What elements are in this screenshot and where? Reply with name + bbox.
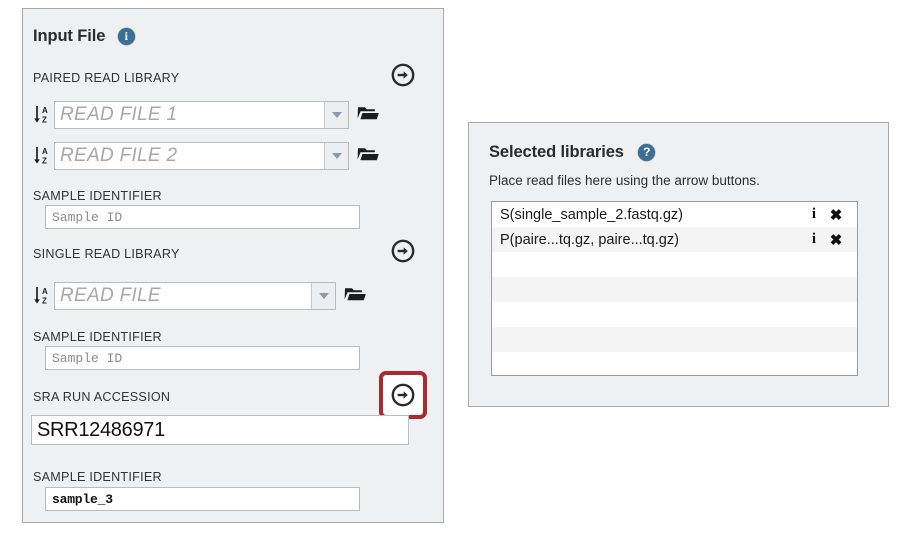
library-info-button[interactable]: i xyxy=(803,231,825,248)
library-info-button[interactable]: i xyxy=(803,206,825,223)
read-file-1-dropdown-button[interactable] xyxy=(324,102,348,128)
read-file-2-combo[interactable]: READ FILE 2 xyxy=(54,142,349,170)
read-file-1-row: A Z READ FILE 1 xyxy=(33,101,379,129)
help-circle-icon[interactable]: ? xyxy=(638,144,656,161)
add-paired-library-button[interactable] xyxy=(391,63,415,87)
list-item[interactable]: S(single_sample_2.fastq.gz) i ✖ xyxy=(492,202,857,227)
chevron-down-icon xyxy=(331,153,342,159)
sra-run-accession-input[interactable] xyxy=(31,415,409,445)
chevron-down-icon xyxy=(331,112,342,118)
browse-read-file-2-button[interactable] xyxy=(357,145,379,168)
list-item[interactable] xyxy=(492,302,857,327)
add-sra-library-button[interactable] xyxy=(391,383,415,407)
folder-open-icon xyxy=(357,147,379,160)
selected-libraries-panel: Selected libraries ? Place read files he… xyxy=(468,122,889,407)
library-remove-button[interactable]: ✖ xyxy=(825,206,847,224)
browse-read-file-single-button[interactable] xyxy=(344,285,366,308)
input-file-panel: Input File i PAIRED READ LIBRARY A Z REA… xyxy=(22,8,444,523)
library-name: P(paire...tq.gz, paire...tq.gz) xyxy=(500,231,679,248)
svg-text:A: A xyxy=(42,106,48,115)
sra-sample-identifier-input[interactable] xyxy=(45,487,360,511)
single-sample-identifier-label: SAMPLE IDENTIFIER xyxy=(33,330,162,344)
list-item-filler xyxy=(492,352,857,375)
folder-open-icon xyxy=(344,287,366,300)
add-single-library-button[interactable] xyxy=(391,239,415,263)
list-item[interactable] xyxy=(492,252,857,277)
selected-libraries-title: Selected libraries xyxy=(489,143,624,161)
svg-text:Z: Z xyxy=(42,115,47,124)
single-sample-identifier-input[interactable] xyxy=(45,346,360,370)
read-file-1-combo[interactable]: READ FILE 1 xyxy=(54,101,349,129)
read-file-2-dropdown-button[interactable] xyxy=(324,143,348,169)
paired-sample-identifier-input[interactable] xyxy=(45,205,360,229)
read-file-single-placeholder: READ FILE xyxy=(60,285,161,306)
svg-text:A: A xyxy=(42,287,48,296)
library-name: S(single_sample_2.fastq.gz) xyxy=(500,206,683,223)
svg-text:Z: Z xyxy=(42,296,47,305)
read-file-single-dropdown-button[interactable] xyxy=(311,283,335,309)
paired-sample-identifier-label: SAMPLE IDENTIFIER xyxy=(33,189,162,203)
read-file-single-row: A Z READ FILE xyxy=(33,282,366,310)
list-item[interactable] xyxy=(492,277,857,302)
selected-libraries-title-row: Selected libraries ? xyxy=(489,143,656,162)
arrow-right-circle-icon xyxy=(391,63,415,87)
selected-libraries-list[interactable]: S(single_sample_2.fastq.gz) i ✖ P(paire.… xyxy=(491,201,858,376)
sort-alpha-down-icon[interactable]: A Z xyxy=(33,104,50,126)
list-item[interactable]: P(paire...tq.gz, paire...tq.gz) i ✖ xyxy=(492,227,857,252)
arrow-right-circle-icon xyxy=(391,239,415,263)
read-file-2-row: A Z READ FILE 2 xyxy=(33,142,379,170)
svg-text:A: A xyxy=(42,147,48,156)
read-file-2-placeholder: READ FILE 2 xyxy=(60,145,178,166)
folder-open-icon xyxy=(357,106,379,119)
browse-read-file-1-button[interactable] xyxy=(357,104,379,127)
single-read-library-label: SINGLE READ LIBRARY xyxy=(33,247,180,261)
library-remove-button[interactable]: ✖ xyxy=(825,231,847,249)
svg-text:Z: Z xyxy=(42,156,47,165)
arrow-right-circle-icon xyxy=(391,383,415,407)
read-file-single-combo[interactable]: READ FILE xyxy=(54,282,336,310)
selected-libraries-instructions: Place read files here using the arrow bu… xyxy=(489,173,760,188)
sort-alpha-down-icon[interactable]: A Z xyxy=(33,285,50,307)
paired-read-library-label: PAIRED READ LIBRARY xyxy=(33,71,180,85)
sra-run-accession-label: SRA RUN ACCESSION xyxy=(33,390,171,404)
sort-alpha-down-icon[interactable]: A Z xyxy=(33,145,50,167)
sra-sample-identifier-label: SAMPLE IDENTIFIER xyxy=(33,470,162,484)
read-file-1-placeholder: READ FILE 1 xyxy=(60,104,178,125)
input-file-title-row: Input File i xyxy=(33,27,135,46)
chevron-down-icon xyxy=(318,293,329,299)
page-title: Input File xyxy=(33,27,106,45)
info-icon[interactable]: i xyxy=(117,28,135,45)
list-item[interactable] xyxy=(492,327,857,352)
